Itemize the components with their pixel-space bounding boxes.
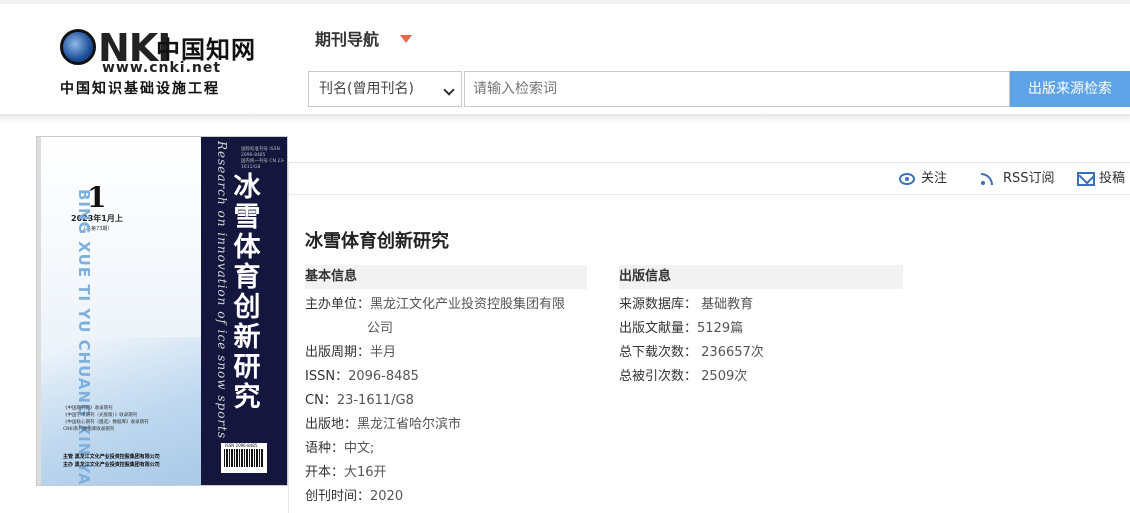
cover-meta-line: 国际标准刊号 ISSN 2096-8485 xyxy=(241,147,280,158)
cover-publisher: 主管 黑龙江文化产业投资控股集团有限公司 主办 黑龙江文化产业投资控股集团有限公… xyxy=(63,453,160,469)
mail-icon xyxy=(1077,172,1095,186)
cover-chinese-title: 冰雪体育创新研究 xyxy=(233,172,261,413)
barcode-icon xyxy=(224,449,264,467)
follow-label: 关注 xyxy=(921,171,948,186)
cover-publisher-line: 主管 黑龙江文化产业投资控股集团有限公司 xyxy=(63,454,160,460)
search-field-select[interactable]: 刊名(曾用刊名) xyxy=(308,71,462,107)
globe-icon xyxy=(60,29,96,65)
issn-value: 2096-8485 xyxy=(348,369,419,384)
language-key: 语种： xyxy=(305,441,345,456)
database-field: 来源数据库： 基础教育 xyxy=(619,293,753,317)
language-field: 语种：中文; xyxy=(305,437,374,461)
cover-left-panel xyxy=(37,137,201,485)
journal-title: 冰雪体育创新研究 xyxy=(305,231,449,252)
cn-field: CN：23-1611/G8 xyxy=(305,389,414,413)
citations-value: 2509次 xyxy=(701,369,748,384)
sponsor-field: 主办单位：黑龙江文化产业投资控股集团有限 xyxy=(305,293,565,317)
place-value: 黑龙江省哈尔滨市 xyxy=(357,417,462,432)
downloads-value: 236657次 xyxy=(701,345,764,360)
cover-edge xyxy=(37,137,41,485)
cover-barcode: ISSN 2096-8485 xyxy=(221,443,267,473)
page-header: NKI 中国知网 www.cnki.net 中国知识基础设施工程 期刊导航 刊名… xyxy=(0,0,1130,116)
cover-publisher-line: 主办 黑龙江文化产业投资控股集团有限公司 xyxy=(63,462,160,468)
citations-key: 总被引次数： xyxy=(619,369,698,384)
cover-index-item: CNKI系列数据库收录期刊 xyxy=(63,427,115,432)
cover-index-item: 《中国核心期刊（遴选）数据库》收录期刊 xyxy=(63,420,149,425)
follow-button[interactable]: 关注 xyxy=(899,170,959,188)
cover-barcode-text: ISSN 2096-8485 xyxy=(225,443,258,448)
sponsor-key: 主办单位： xyxy=(305,297,371,312)
format-field: 开本：大16开 xyxy=(305,461,387,485)
cover-pinyin-title: BING XUE TI YU CHUANG XIN YAN JIU xyxy=(75,189,93,486)
sponsor-value-cont: 公司 xyxy=(367,321,394,336)
place-field: 出版地：黑龙江省哈尔滨市 xyxy=(305,413,461,437)
header-divider xyxy=(0,114,1130,122)
database-key: 来源数据库： xyxy=(619,297,698,312)
cycle-value: 半月 xyxy=(370,345,397,360)
logo-subtitle: 中国知识基础设施工程 xyxy=(60,81,220,97)
search-field-select-value: 刊名(曾用刊名) xyxy=(319,81,414,97)
citations-field: 总被引次数： 2509次 xyxy=(619,365,747,389)
article-count-value: 5129篇 xyxy=(697,321,744,336)
rss-label: RSS订阅 xyxy=(1003,171,1055,186)
journal-cover: 1 2023年1月上 （总第73期） BING XUE TI YU CHUANG… xyxy=(36,136,288,486)
format-key: 开本： xyxy=(305,465,345,480)
article-count-key: 出版文献量： xyxy=(619,321,698,336)
chevron-down-icon xyxy=(443,84,455,96)
language-value: 中文; xyxy=(344,441,375,456)
journal-nav-title[interactable]: 期刊导航 xyxy=(315,26,379,50)
pub-info-heading: 出版信息 xyxy=(619,265,903,289)
founded-field: 创刊时间：2020 xyxy=(305,485,403,509)
downloads-key: 总下载次数： xyxy=(619,345,698,360)
submit-label: 投稿 xyxy=(1099,171,1126,186)
founded-key: 创刊时间： xyxy=(305,489,371,504)
cover-index-item: 《中国学术期刊（光盘版）》收录期刊 xyxy=(63,413,138,418)
cycle-field: 出版周期：半月 xyxy=(305,341,396,365)
cover-meta-line: 国内统一刊号 CN 23-1611/G8 xyxy=(241,159,285,170)
rss-subscribe-button[interactable]: RSS订阅 xyxy=(981,170,1061,188)
rss-icon xyxy=(981,171,995,185)
cn-value: 23-1611/G8 xyxy=(336,393,414,408)
founded-value: 2020 xyxy=(370,489,404,504)
submit-manuscript-button[interactable]: 投稿 xyxy=(1077,170,1130,188)
caret-down-icon[interactable] xyxy=(400,35,412,43)
logo-url: www.cnki.net xyxy=(102,60,222,76)
cover-index-list: 《中国期刊网》收录期刊 《中国学术期刊（光盘版）》收录期刊 《中国核心期刊（遴选… xyxy=(63,405,149,433)
cover-meta: 国际标准刊号 ISSN 2096-8485 国内统一刊号 CN 23-1611/… xyxy=(241,147,287,171)
issn-field: ISSN：2096-8485 xyxy=(305,365,419,389)
cycle-key: 出版周期： xyxy=(305,345,371,360)
source-search-button[interactable]: 出版来源检索 xyxy=(1010,71,1130,107)
sponsor-field-cont: 公司 xyxy=(367,317,393,341)
cover-index-item: 《中国期刊网》收录期刊 xyxy=(63,406,113,411)
database-value: 基础教育 xyxy=(701,297,754,312)
format-value: 大16开 xyxy=(344,465,387,480)
eye-icon xyxy=(899,173,915,185)
sponsor-value: 黑龙江文化产业投资控股集团有限 xyxy=(370,297,566,312)
search-input[interactable] xyxy=(464,71,1010,107)
cn-key: CN： xyxy=(305,393,337,408)
basic-info-heading: 基本信息 xyxy=(305,265,587,289)
issn-key: ISSN： xyxy=(305,369,349,384)
journal-info-panel: 关注 RSS订阅 投稿 冰雪体育创新研究 基本信息 出版信息 主办单位：黑龙江文… xyxy=(288,162,1130,513)
downloads-field: 总下载次数： 236657次 xyxy=(619,341,764,365)
journal-toolbar: 关注 RSS订阅 投稿 xyxy=(289,163,1130,195)
cnki-logo[interactable]: NKI 中国知网 www.cnki.net 中国知识基础设施工程 xyxy=(60,26,260,100)
place-key: 出版地： xyxy=(305,417,358,432)
article-count-field: 出版文献量：5129篇 xyxy=(619,317,743,341)
